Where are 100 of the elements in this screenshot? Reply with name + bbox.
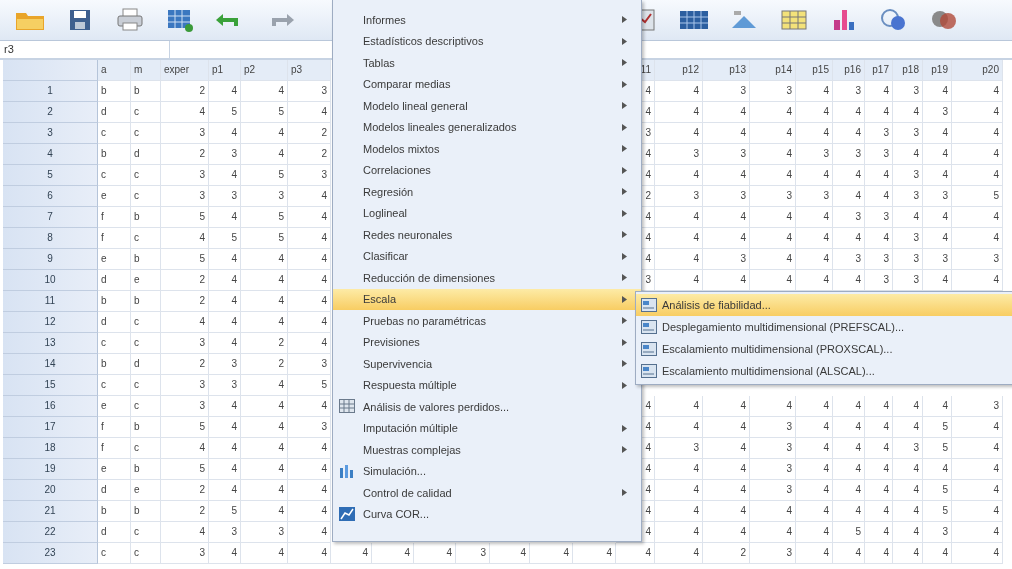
table-cell: 4 [241,543,288,564]
table-cell: 4 [952,459,1003,480]
table-cell: 4 [241,81,288,102]
table-cell: 4 [241,459,288,480]
column-header[interactable]: p16 [833,60,865,81]
table-cell: d [131,354,161,375]
table-cell: 4 [952,417,1003,438]
table-cell: 4 [796,543,833,564]
column-header[interactable]: exper [161,60,209,81]
row-header[interactable]: 7 [3,207,98,228]
table-cell: 3 [796,186,833,207]
submenu-arrow-icon [622,360,627,368]
column-header[interactable]: p2 [241,60,288,81]
cell-name-field[interactable]: r3 [0,41,170,58]
menu-item[interactable]: Informes [333,9,641,31]
row-header[interactable]: 20 [3,480,98,501]
row-header[interactable]: 23 [3,543,98,564]
row-header[interactable]: 15 [3,375,98,396]
table-cell: 4 [952,102,1003,123]
menu-item[interactable]: Estadísticos descriptivos [333,30,641,52]
table-cell: 5 [161,249,209,270]
menu-item[interactable]: Escala [333,288,641,310]
row-header[interactable]: 2 [3,102,98,123]
row-header[interactable]: 8 [3,228,98,249]
table-cell: 4 [796,459,833,480]
table-cell: 3 [865,207,893,228]
row-header[interactable]: 5 [3,165,98,186]
table-cell: 2 [161,291,209,312]
table-cell: 4 [833,417,865,438]
table-cell: 4 [833,165,865,186]
row-header[interactable]: 12 [3,312,98,333]
table-cell: 4 [288,333,331,354]
table-cell: 4 [655,396,703,417]
submenu-arrow-icon [622,231,627,239]
table-cell: 4 [952,543,1003,564]
table-cell: 3 [893,165,923,186]
table-cell: 4 [833,123,865,144]
row-header[interactable]: 9 [3,249,98,270]
row-header[interactable]: 1 [3,81,98,102]
column-header[interactable]: p1 [209,60,241,81]
column-header[interactable]: p20 [952,60,1003,81]
table-cell: 4 [288,396,331,417]
row-header[interactable]: 19 [3,459,98,480]
column-header[interactable]: p3 [288,60,331,81]
row-header[interactable]: 6 [3,186,98,207]
table-cell: 4 [893,501,923,522]
table-cell: 3 [161,543,209,564]
table-cell: d [98,312,131,333]
table-cell: 4 [616,543,655,564]
table-cell: b [98,501,131,522]
row-header[interactable]: 4 [3,144,98,165]
table-cell: 4 [750,270,796,291]
table-cell: 4 [750,522,796,543]
table-cell: 4 [833,501,865,522]
table-cell: 4 [750,228,796,249]
column-header[interactable]: p15 [796,60,833,81]
table-cell: 5 [923,501,952,522]
row-header[interactable]: 17 [3,417,98,438]
column-header[interactable]: p18 [893,60,923,81]
table-cell: 4 [703,438,750,459]
row-header[interactable]: 18 [3,438,98,459]
table-cell: 4 [209,438,241,459]
menu-item[interactable]: Análisis de fiabilidad... [636,294,1012,316]
row-header[interactable]: 10 [3,270,98,291]
column-header[interactable]: a [98,60,131,81]
table-cell: 4 [865,165,893,186]
table-cell: 3 [750,543,796,564]
submenu-arrow-icon [622,381,627,389]
column-header[interactable]: p12 [655,60,703,81]
table-cell: 3 [750,186,796,207]
table-cell: 3 [952,249,1003,270]
row-header[interactable]: 3 [3,123,98,144]
row-header[interactable]: 14 [3,354,98,375]
table-cell: 5 [209,501,241,522]
table-cell: 4 [703,396,750,417]
column-header[interactable]: p19 [923,60,952,81]
table-cell: 4 [241,270,288,291]
column-header[interactable]: p13 [703,60,750,81]
table-cell: 4 [372,543,414,564]
table-cell: b [131,417,161,438]
table-cell: b [98,291,131,312]
row-header[interactable]: 13 [3,333,98,354]
row-header[interactable]: 11 [3,291,98,312]
column-header[interactable]: p17 [865,60,893,81]
table-cell: 4 [288,207,331,228]
column-header[interactable]: m [131,60,161,81]
table-cell: 4 [703,522,750,543]
table-cell: 4 [923,396,952,417]
row-header[interactable]: 21 [3,501,98,522]
table-cell: 3 [161,186,209,207]
table-cell: c [131,123,161,144]
table-cell: 4 [893,543,923,564]
table-cell: 4 [288,249,331,270]
table-cell: 4 [703,270,750,291]
row-header[interactable]: 22 [3,522,98,543]
column-header[interactable]: p14 [750,60,796,81]
table-cell: 4 [655,459,703,480]
menu-item[interactable]: Tablas [333,52,641,74]
row-header[interactable]: 16 [3,396,98,417]
table-cell: 5 [241,207,288,228]
